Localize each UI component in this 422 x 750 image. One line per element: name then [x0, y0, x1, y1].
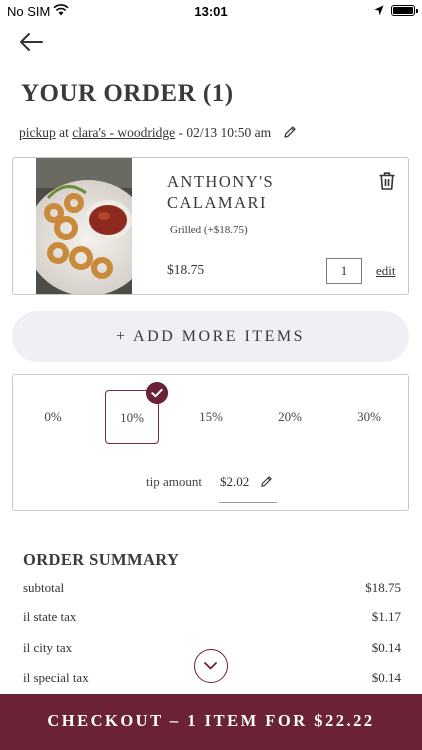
- pickup-method-link[interactable]: pickup: [19, 125, 56, 140]
- summary-label: il state tax: [23, 609, 77, 624]
- scroll-down-button[interactable]: [194, 649, 228, 683]
- tip-option-15[interactable]: 15%: [184, 390, 238, 444]
- pencil-icon[interactable]: [260, 475, 273, 488]
- tip-amount-underline: [219, 502, 277, 503]
- back-arrow-icon[interactable]: [18, 31, 44, 53]
- pencil-icon[interactable]: [283, 125, 297, 139]
- tip-selector: 0% 10% 15% 20% 30% tip amount $2.02: [12, 374, 409, 511]
- summary-row-subtotal: subtotal $18.75: [23, 580, 401, 596]
- add-more-items-button[interactable]: + ADD MORE ITEMS: [12, 311, 409, 362]
- tip-option-0[interactable]: 0%: [26, 390, 80, 444]
- pickup-details: pickup at clara's - woodridge - 02/13 10…: [19, 125, 297, 141]
- quantity-field[interactable]: 1: [326, 258, 362, 284]
- pickup-at-label: at: [59, 125, 69, 140]
- status-bar: No SIM 13:01: [0, 0, 422, 22]
- item-name: ANTHONY'S CALAMARI: [167, 172, 275, 212]
- summary-value: $0.14: [371, 670, 401, 685]
- food-image: [36, 158, 132, 294]
- item-modifier: Grilled (+$18.75): [170, 224, 248, 236]
- tip-option-30[interactable]: 30%: [342, 390, 396, 444]
- summary-label: il city tax: [23, 640, 73, 655]
- battery-icon: [391, 5, 418, 16]
- order-summary-title: ORDER SUMMARY: [23, 550, 180, 569]
- check-circle-icon: [146, 382, 168, 404]
- trash-icon[interactable]: [377, 171, 397, 191]
- tip-option-20[interactable]: 20%: [263, 390, 317, 444]
- page-title: YOUR ORDER (1): [21, 80, 234, 107]
- summary-value: $18.75: [365, 580, 401, 595]
- summary-value: $1.17: [371, 609, 401, 624]
- edit-item-link[interactable]: edit: [376, 263, 396, 279]
- item-price: $18.75: [167, 262, 205, 277]
- summary-label: subtotal: [23, 580, 65, 595]
- summary-row-state-tax: il state tax $1.17: [23, 609, 401, 625]
- summary-value: $0.14: [371, 640, 401, 655]
- chevron-down-icon: [204, 662, 217, 670]
- cart-item-card: ANTHONY'S CALAMARI Grilled (+$18.75) $18…: [12, 157, 409, 295]
- pickup-datetime: - 02/13 10:50 am: [178, 125, 272, 140]
- tip-amount-label: tip amount: [146, 474, 202, 489]
- clock: 13:01: [194, 4, 228, 19]
- summary-label: il special tax: [23, 670, 89, 685]
- pickup-location-link[interactable]: clara's - woodridge: [72, 125, 175, 140]
- checkout-button[interactable]: CHECKOUT – 1 ITEM FOR $22.22: [0, 694, 422, 750]
- tip-amount-value[interactable]: $2.02: [220, 474, 249, 490]
- location-arrow-icon: [374, 5, 384, 16]
